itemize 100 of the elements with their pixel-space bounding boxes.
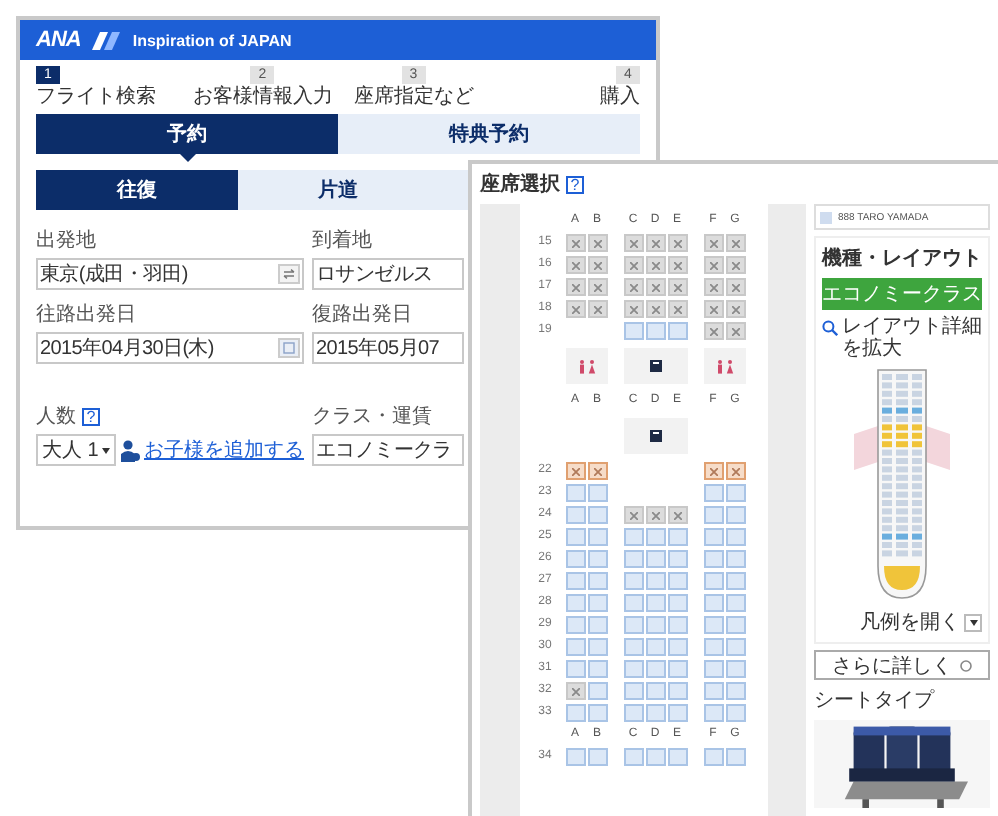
seat[interactable] xyxy=(587,278,607,296)
seat[interactable] xyxy=(623,234,643,252)
seat[interactable] xyxy=(667,550,687,568)
seat[interactable] xyxy=(623,660,643,678)
seat[interactable] xyxy=(725,234,745,252)
seat[interactable] xyxy=(565,748,585,766)
seat[interactable] xyxy=(645,616,665,634)
zoom-layout-link[interactable]: レイアウト詳細を拡大 xyxy=(822,316,982,360)
seat[interactable] xyxy=(703,300,723,318)
seat[interactable] xyxy=(587,660,607,678)
seat[interactable] xyxy=(725,704,745,722)
seat[interactable] xyxy=(703,704,723,722)
seat[interactable] xyxy=(703,484,723,502)
seat[interactable] xyxy=(565,506,585,524)
booking-tab[interactable]: 特典予約 xyxy=(338,114,640,154)
seat[interactable] xyxy=(623,704,643,722)
seat[interactable] xyxy=(703,572,723,590)
seat[interactable] xyxy=(725,682,745,700)
seat[interactable] xyxy=(565,594,585,612)
seat[interactable] xyxy=(725,748,745,766)
seat[interactable] xyxy=(623,278,643,296)
seat[interactable] xyxy=(565,462,585,480)
seat[interactable] xyxy=(587,256,607,274)
seat[interactable] xyxy=(725,616,745,634)
seat[interactable] xyxy=(623,300,643,318)
seat[interactable] xyxy=(623,322,643,340)
seat[interactable] xyxy=(645,506,665,524)
trip-type-tab[interactable]: 往復 xyxy=(36,170,238,210)
passenger-select[interactable]: 大人 1 xyxy=(36,434,116,466)
seat[interactable] xyxy=(645,300,665,318)
seat[interactable] xyxy=(667,572,687,590)
seat[interactable] xyxy=(703,528,723,546)
seat[interactable] xyxy=(725,550,745,568)
seat[interactable] xyxy=(703,506,723,524)
seat[interactable] xyxy=(565,638,585,656)
seat[interactable] xyxy=(725,594,745,612)
seat[interactable] xyxy=(703,682,723,700)
seat[interactable] xyxy=(645,704,665,722)
seat[interactable] xyxy=(645,638,665,656)
seat[interactable] xyxy=(667,660,687,678)
seat[interactable] xyxy=(565,704,585,722)
seat[interactable] xyxy=(565,234,585,252)
seat[interactable] xyxy=(667,256,687,274)
seat[interactable] xyxy=(565,278,585,296)
seat[interactable] xyxy=(587,462,607,480)
trip-type-tab[interactable]: 片道 xyxy=(237,170,439,210)
seat[interactable] xyxy=(667,506,687,524)
seat[interactable] xyxy=(725,528,745,546)
seat[interactable] xyxy=(725,572,745,590)
seat[interactable] xyxy=(587,528,607,546)
seat[interactable] xyxy=(645,322,665,340)
seat[interactable] xyxy=(623,506,643,524)
seat[interactable] xyxy=(667,234,687,252)
seat[interactable] xyxy=(565,550,585,568)
seat[interactable] xyxy=(565,682,585,700)
seat[interactable] xyxy=(587,682,607,700)
seat[interactable] xyxy=(623,550,643,568)
seat[interactable] xyxy=(703,616,723,634)
seat[interactable] xyxy=(667,682,687,700)
seat[interactable] xyxy=(565,572,585,590)
seat[interactable] xyxy=(623,682,643,700)
help-button[interactable]: ? xyxy=(82,407,100,425)
seat[interactable] xyxy=(565,660,585,678)
seat[interactable] xyxy=(667,322,687,340)
seat[interactable] xyxy=(587,704,607,722)
seat[interactable] xyxy=(667,528,687,546)
seat[interactable] xyxy=(703,234,723,252)
seat[interactable] xyxy=(725,256,745,274)
seat[interactable] xyxy=(587,550,607,568)
input-field[interactable]: ロサンゼルス xyxy=(312,258,464,290)
seat[interactable] xyxy=(645,256,665,274)
add-child-link[interactable]: お子様を追加する xyxy=(144,436,304,464)
seat[interactable] xyxy=(645,234,665,252)
seat[interactable] xyxy=(703,550,723,568)
seat[interactable] xyxy=(703,462,723,480)
seat[interactable] xyxy=(645,528,665,546)
seat[interactable] xyxy=(565,484,585,502)
seat[interactable] xyxy=(725,506,745,524)
seat[interactable] xyxy=(587,594,607,612)
seat[interactable] xyxy=(703,256,723,274)
seat[interactable] xyxy=(645,682,665,700)
seat[interactable] xyxy=(667,594,687,612)
seat[interactable] xyxy=(703,278,723,296)
seat[interactable] xyxy=(565,528,585,546)
seat[interactable] xyxy=(703,660,723,678)
seat[interactable] xyxy=(645,660,665,678)
seat[interactable] xyxy=(645,572,665,590)
seat[interactable] xyxy=(703,638,723,656)
seat[interactable] xyxy=(587,638,607,656)
seat[interactable] xyxy=(725,300,745,318)
seat[interactable] xyxy=(725,660,745,678)
seat[interactable] xyxy=(623,528,643,546)
seat[interactable] xyxy=(667,300,687,318)
seat[interactable] xyxy=(587,506,607,524)
seat[interactable] xyxy=(667,704,687,722)
seat[interactable] xyxy=(645,550,665,568)
seat[interactable] xyxy=(725,484,745,502)
seat[interactable] xyxy=(725,322,745,340)
input-field[interactable]: 東京(成田・羽田) xyxy=(36,258,304,290)
seat[interactable] xyxy=(623,572,643,590)
